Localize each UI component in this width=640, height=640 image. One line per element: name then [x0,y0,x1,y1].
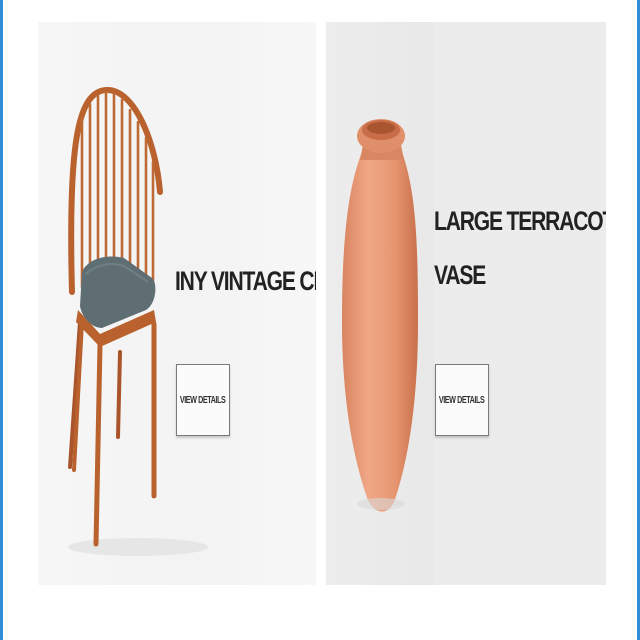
view-details-label: VIEW DETAILS [180,394,226,406]
view-details-button[interactable]: VIEW DETAILS [435,364,489,436]
view-details-label: VIEW DETAILS [439,394,485,406]
product-title-line-2: VASE [434,260,486,290]
view-details-button[interactable]: VIEW DETAILS [176,364,230,436]
product-card-chair[interactable]: INY VINTAGE CHAIR VIEW DETAILS [38,22,316,585]
product-card-vase[interactable]: LARGE TERRACOTA VASE VIEW DETAILS [326,22,606,585]
product-title: LARGE TERRACOTA VASE [434,194,606,302]
vase-image [342,22,606,585]
product-title-line-1: LARGE TERRACOTA [434,206,606,236]
product-title: INY VINTAGE CHAIR [175,266,316,296]
